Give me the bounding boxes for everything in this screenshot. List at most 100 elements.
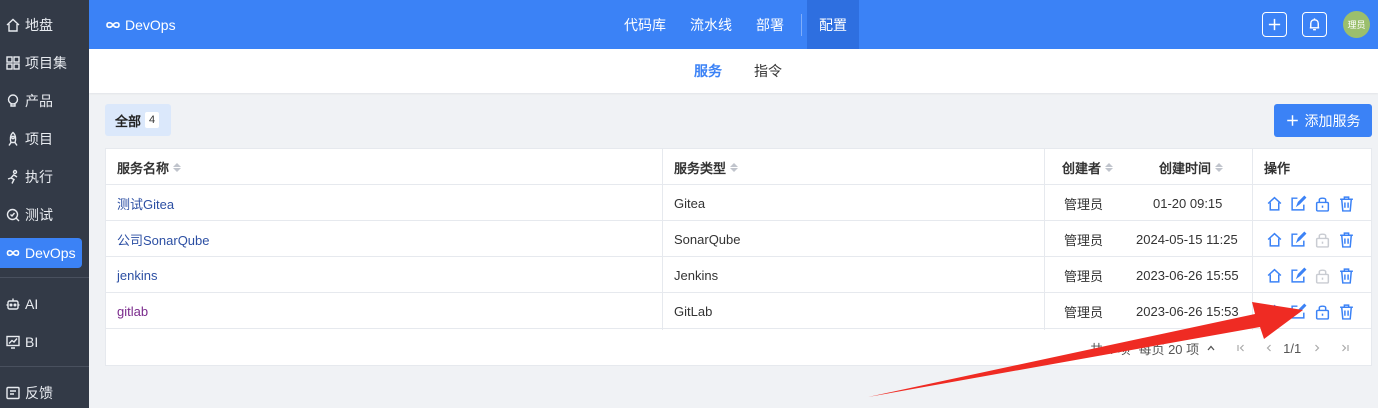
sidebar-item-program[interactable]: 项目集 — [0, 48, 82, 78]
notification-button[interactable] — [1302, 12, 1327, 37]
column-header-actions: 操作 — [1264, 149, 1290, 185]
service-created-time: 2023-06-26 15:53 — [1136, 303, 1239, 319]
table-row: 测试Gitea Gitea 管理员 01-20 09:15 — [106, 185, 1371, 221]
sidebar-item-dashboard[interactable]: 地盘 — [0, 10, 82, 40]
rocket-icon — [8, 131, 18, 146]
trash-icon[interactable] — [1338, 303, 1355, 320]
sidebar-item-feedback[interactable]: 反馈 — [0, 378, 82, 408]
sidebar-item-product[interactable]: 产品 — [0, 86, 82, 116]
user-avatar[interactable]: 理员 — [1343, 11, 1370, 38]
home-icon[interactable] — [1266, 303, 1283, 320]
column-header-type[interactable]: 服务类型 — [674, 149, 739, 185]
edit-icon[interactable] — [1290, 231, 1307, 248]
service-type: Gitea — [674, 195, 706, 211]
trash-icon[interactable] — [1338, 231, 1355, 248]
trash-icon[interactable] — [1338, 195, 1355, 212]
service-name-link[interactable]: 公司SonarQube — [117, 221, 210, 257]
table-row: 公司SonarQube SonarQube 管理员 2024-05-15 11:… — [106, 221, 1371, 257]
robot-icon — [6, 298, 20, 310]
home-icon[interactable] — [1266, 231, 1283, 248]
service-creator: 管理员 — [1064, 304, 1104, 320]
tab-services[interactable]: 服务 — [694, 49, 722, 93]
service-type: SonarQube — [674, 231, 741, 247]
service-created-time: 01-20 09:15 — [1153, 195, 1223, 211]
top-header: DevOps 代码库 流水线 部署 配置 理员 — [89, 0, 1378, 49]
nav-item-deploy[interactable]: 部署 — [744, 0, 796, 49]
sidebar-item-test[interactable]: 测试 — [0, 200, 82, 230]
service-creator: 管理员 — [1064, 232, 1104, 248]
row-actions — [1266, 257, 1355, 293]
infinity-icon — [6, 249, 20, 257]
service-creator: 管理员 — [1064, 196, 1104, 212]
service-name-link[interactable]: jenkins — [117, 257, 157, 293]
last-page-icon[interactable] — [1337, 340, 1353, 356]
bulb-icon — [7, 94, 19, 107]
filter-label: 全部 — [115, 113, 142, 129]
sidebar-item-label: DevOps — [25, 245, 76, 261]
column-header-name[interactable]: 服务名称 — [117, 149, 182, 185]
sidebar-divider — [0, 366, 89, 367]
service-name-link[interactable]: gitlab — [117, 293, 148, 329]
nav-item-pipeline[interactable]: 流水线 — [678, 0, 744, 49]
sidebar-item-execution[interactable]: 执行 — [0, 162, 82, 192]
sort-icon[interactable] — [1215, 162, 1224, 172]
sort-icon[interactable] — [1105, 162, 1114, 172]
home-icon[interactable] — [1266, 267, 1283, 284]
sidebar-item-devops[interactable]: DevOps — [0, 238, 82, 268]
prev-page-icon[interactable] — [1261, 340, 1277, 356]
plus-icon — [1286, 115, 1298, 126]
bell-icon — [1309, 18, 1320, 31]
table-row: jenkins Jenkins 管理员 2023-06-26 15:55 — [106, 257, 1371, 293]
per-page-chevron-up-icon[interactable] — [1203, 340, 1219, 356]
add-service-button[interactable]: 添加服务 — [1274, 104, 1372, 137]
infinity-icon — [106, 21, 120, 28]
tab-commands[interactable]: 指令 — [754, 49, 782, 93]
edit-icon[interactable] — [1290, 195, 1307, 212]
nav-item-config[interactable]: 配置 — [807, 0, 859, 49]
sidebar-item-ai[interactable]: AI — [0, 289, 82, 319]
home-icon[interactable] — [1266, 195, 1283, 212]
column-header-label: 服务类型 — [674, 160, 727, 176]
run-icon — [7, 169, 18, 184]
next-page-icon[interactable] — [1309, 340, 1325, 356]
lock-icon — [1315, 268, 1330, 284]
chart-icon — [6, 335, 20, 349]
sidebar-item-label: 反馈 — [25, 385, 53, 401]
add-service-label: 添加服务 — [1304, 112, 1361, 129]
service-type: Jenkins — [674, 267, 719, 283]
column-header-creator[interactable]: 创建者 — [1062, 149, 1114, 185]
sidebar-item-label: AI — [25, 296, 39, 312]
sidebar-item-project[interactable]: 项目 — [0, 124, 82, 154]
sort-icon[interactable] — [173, 162, 182, 172]
sort-icon[interactable] — [730, 162, 739, 172]
lock-icon[interactable] — [1314, 303, 1331, 320]
sidebar-item-bi[interactable]: BI — [0, 327, 82, 357]
column-header-time[interactable]: 创建时间 — [1159, 149, 1224, 185]
service-created-time: 2023-06-26 15:55 — [1136, 267, 1239, 283]
edit-icon[interactable] — [1290, 303, 1307, 320]
row-actions — [1266, 221, 1355, 257]
service-creator: 管理员 — [1064, 268, 1104, 284]
pagination-page: 1/1 — [1283, 340, 1302, 356]
app-brand[interactable]: DevOps — [105, 0, 176, 49]
table-row: gitlab GitLab 管理员 2023-06-26 15:53 — [106, 293, 1371, 329]
edit-icon[interactable] — [1290, 267, 1307, 284]
sidebar-item-label: 产品 — [25, 93, 53, 109]
sidebar-item-label: 项目 — [25, 131, 53, 147]
table-header-row: 服务名称 服务类型 创建者 创建时间 操作 — [106, 149, 1371, 185]
sidebar: 地盘 项目集 产品 项目 执行 测试 DevOps AI BI 反馈 — [0, 0, 89, 408]
create-button[interactable] — [1262, 12, 1287, 37]
plus-icon — [1268, 18, 1281, 31]
filter-all[interactable]: 全部 4 — [105, 104, 171, 136]
column-header-label: 创建时间 — [1159, 160, 1212, 176]
sidebar-item-label: 项目集 — [25, 55, 67, 71]
service-name-link[interactable]: 测试Gitea — [117, 185, 174, 221]
first-page-icon[interactable] — [1233, 340, 1249, 356]
grid-icon — [6, 56, 20, 70]
lock-icon[interactable] — [1314, 195, 1331, 212]
pagination-per-page[interactable]: 每页 20 项 — [1138, 339, 1199, 358]
brand-title: DevOps — [125, 16, 176, 33]
trash-icon[interactable] — [1338, 267, 1355, 284]
sidebar-item-label: 执行 — [25, 169, 53, 185]
nav-item-repo[interactable]: 代码库 — [612, 0, 678, 49]
